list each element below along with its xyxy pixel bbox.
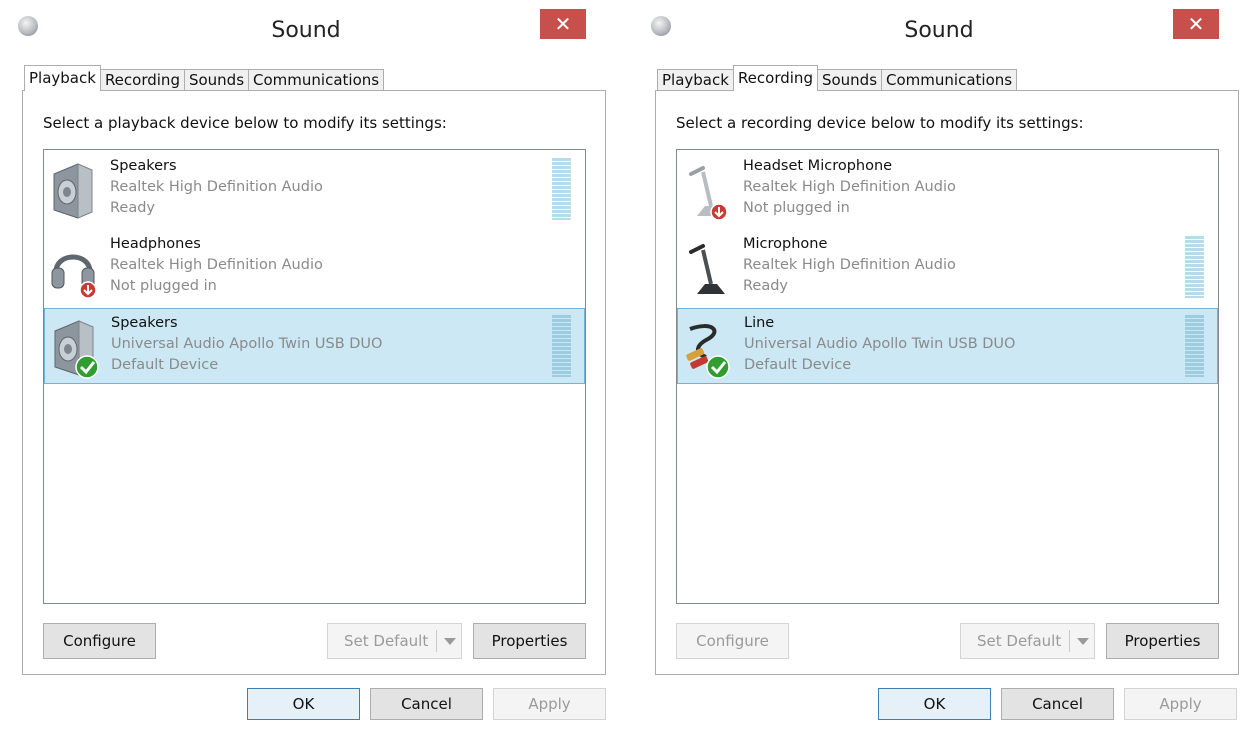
tab-panel: Select a recording device below to modif…	[655, 90, 1239, 675]
microphone-icon	[681, 238, 733, 300]
default-check-icon	[75, 355, 99, 379]
device-name: Headset Microphone	[743, 158, 893, 174]
ok-button[interactable]: OK	[247, 688, 360, 720]
device-item-speakers-apollo[interactable]: Speakers Universal Audio Apollo Twin USB…	[44, 308, 585, 384]
device-name: Line	[744, 315, 775, 331]
chevron-down-icon[interactable]	[1077, 638, 1089, 645]
window-title: Sound	[271, 18, 341, 43]
unplugged-badge-icon	[79, 281, 97, 299]
window-title: Sound	[904, 18, 974, 43]
speaker-icon	[48, 160, 100, 222]
instruction-text: Select a playback device below to modify…	[43, 114, 447, 132]
cancel-button[interactable]: Cancel	[370, 688, 483, 720]
device-driver: Universal Audio Apollo Twin USB DUO	[111, 336, 383, 352]
apply-button[interactable]: Apply	[1124, 688, 1237, 720]
set-default-button[interactable]: Set Default	[327, 623, 462, 659]
tab-recording[interactable]: Recording	[99, 69, 185, 91]
tab-communications[interactable]: Communications	[881, 69, 1018, 91]
tab-strip: Playback Recording Sounds Communications	[657, 65, 1018, 91]
tab-sounds[interactable]: Sounds	[816, 69, 883, 91]
sound-dialog-recording: Sound ✕ Playback Recording Sounds Commun…	[633, 0, 1245, 732]
level-meter	[552, 315, 571, 377]
device-info: Line Universal Audio Apollo Twin USB DUO…	[744, 313, 1015, 376]
device-name: Microphone	[743, 236, 828, 252]
tab-sounds[interactable]: Sounds	[183, 69, 250, 91]
headphones-icon	[48, 238, 100, 300]
device-driver: Universal Audio Apollo Twin USB DUO	[744, 336, 1016, 352]
device-item-headset-microphone[interactable]: Headset Microphone Realtek High Definiti…	[677, 152, 1218, 228]
level-meter	[1185, 315, 1204, 377]
device-info: Microphone Realtek High Definition Audio…	[743, 234, 956, 297]
device-status: Not plugged in	[110, 278, 217, 294]
set-default-label: Set Default	[344, 632, 429, 650]
default-check-icon	[706, 355, 730, 379]
configure-button[interactable]: Configure	[676, 623, 789, 659]
device-info: Headphones Realtek High Definition Audio…	[110, 234, 323, 297]
speaker-icon	[49, 317, 101, 379]
tab-strip: Playback Recording Sounds Communications	[24, 65, 385, 91]
apply-button[interactable]: Apply	[493, 688, 606, 720]
device-item-speakers-realtek[interactable]: Speakers Realtek High Definition Audio R…	[44, 152, 585, 228]
ok-button[interactable]: OK	[878, 688, 991, 720]
set-default-button[interactable]: Set Default	[960, 623, 1095, 659]
close-button[interactable]: ✕	[1173, 9, 1219, 39]
device-list[interactable]: Speakers Realtek High Definition Audio R…	[43, 149, 586, 604]
device-status: Default Device	[744, 357, 852, 373]
level-meter	[1185, 236, 1204, 298]
properties-button[interactable]: Properties	[1106, 623, 1219, 659]
device-status: Default Device	[111, 357, 219, 373]
line-in-cable-icon	[682, 317, 734, 379]
device-list[interactable]: Headset Microphone Realtek High Definiti…	[676, 149, 1219, 604]
tab-panel: Select a playback device below to modify…	[22, 90, 606, 675]
device-name: Speakers	[110, 158, 177, 174]
device-status: Not plugged in	[743, 200, 850, 216]
tab-recording[interactable]: Recording	[732, 65, 818, 91]
tab-playback[interactable]: Playback	[24, 65, 101, 91]
device-info: Speakers Realtek High Definition Audio R…	[110, 156, 323, 219]
configure-button[interactable]: Configure	[43, 623, 156, 659]
unplugged-badge-icon	[710, 203, 728, 221]
device-driver: Realtek High Definition Audio	[743, 257, 956, 273]
level-meter	[552, 158, 571, 220]
close-button[interactable]: ✕	[540, 9, 586, 39]
cancel-button[interactable]: Cancel	[1001, 688, 1114, 720]
sound-dialog-playback: Sound ✕ Playback Recording Sounds Commun…	[0, 0, 612, 732]
device-driver: Realtek High Definition Audio	[743, 179, 956, 195]
device-item-line[interactable]: Line Universal Audio Apollo Twin USB DUO…	[677, 308, 1218, 384]
screenshot: Sound ✕ Playback Recording Sounds Commun…	[0, 0, 1245, 732]
title-bar: Sound ✕	[633, 0, 1245, 62]
tab-communications[interactable]: Communications	[248, 69, 385, 91]
device-status: Ready	[110, 200, 156, 216]
instruction-text: Select a recording device below to modif…	[676, 114, 1084, 132]
device-name: Headphones	[110, 236, 201, 252]
title-bar: Sound ✕	[0, 0, 612, 62]
properties-button[interactable]: Properties	[473, 623, 586, 659]
device-driver: Realtek High Definition Audio	[110, 257, 323, 273]
device-item-microphone[interactable]: Microphone Realtek High Definition Audio…	[677, 230, 1218, 306]
chevron-down-icon[interactable]	[444, 638, 456, 645]
microphone-icon	[681, 160, 733, 222]
set-default-label: Set Default	[977, 632, 1062, 650]
split-divider	[1069, 630, 1070, 652]
device-name: Speakers	[111, 315, 178, 331]
split-divider	[436, 630, 437, 652]
device-item-headphones[interactable]: Headphones Realtek High Definition Audio…	[44, 230, 585, 306]
device-driver: Realtek High Definition Audio	[110, 179, 323, 195]
device-status: Ready	[743, 278, 789, 294]
tab-playback[interactable]: Playback	[657, 69, 734, 91]
device-info: Speakers Universal Audio Apollo Twin USB…	[111, 313, 382, 376]
device-info: Headset Microphone Realtek High Definiti…	[743, 156, 956, 219]
